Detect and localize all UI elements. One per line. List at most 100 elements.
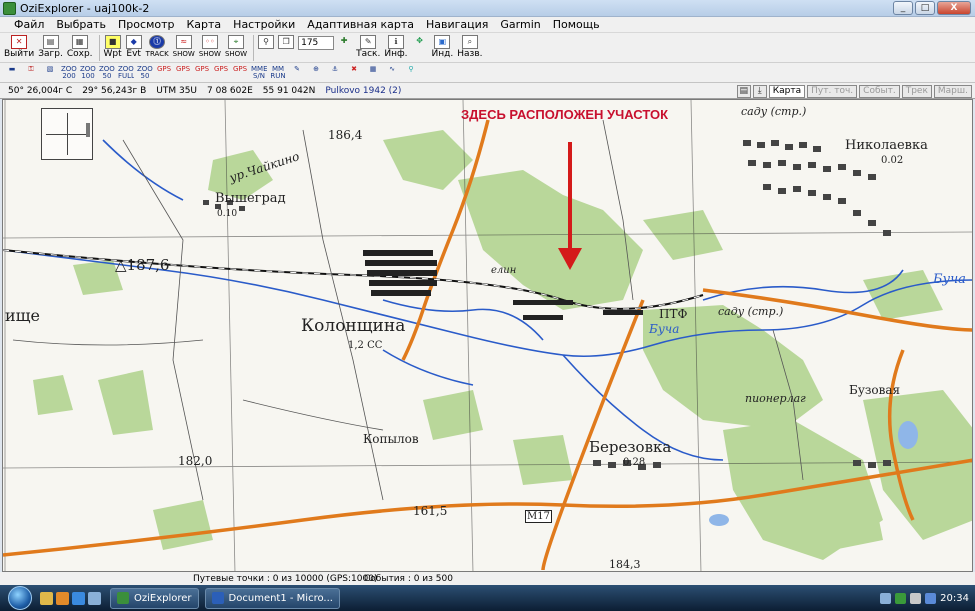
menu-view[interactable]: Просмотр <box>118 18 174 31</box>
tray-arrow-icon[interactable] <box>880 592 892 604</box>
pan-arrows-icon: ✥ <box>416 36 423 45</box>
menu-help[interactable]: Помощь <box>553 18 600 31</box>
map-navigator[interactable] <box>41 108 93 160</box>
menu-map[interactable]: Карта <box>186 18 221 31</box>
zoom-full-button[interactable]: ZOOM FULL <box>118 66 134 80</box>
show-route-button[interactable]: ◦◦ SHOW <box>199 33 221 60</box>
ie-quicklaunch-icon[interactable] <box>72 591 85 605</box>
info-button[interactable]: ℹ Инф. <box>384 33 408 60</box>
table-icon[interactable]: ▦ <box>365 66 381 80</box>
zoom-50b-button[interactable]: ZOOM 50 <box>137 66 153 80</box>
minimize-button[interactable]: _ <box>893 1 913 15</box>
map-view[interactable]: Колонщина 1,2 СС Вышеград 0.10 ур.Чайкин… <box>2 99 973 572</box>
save-button[interactable]: ▦ Сохр. <box>67 33 93 60</box>
maximize-button[interactable]: □ <box>915 1 935 15</box>
anchor-icon[interactable]: ⚓ <box>327 66 343 80</box>
task-button[interactable]: ✎ Таск. <box>356 33 380 60</box>
waypoint-count: Путевые точки : 0 из 10000 (GPS:1000) <box>193 573 378 584</box>
menu-navigation[interactable]: Навигация <box>426 18 488 31</box>
waypoint-button[interactable]: ■ Wpt <box>104 33 122 60</box>
tray-volume-icon[interactable] <box>925 592 937 604</box>
media-quicklaunch-icon[interactable] <box>56 591 69 605</box>
tray-network-icon[interactable] <box>910 592 922 604</box>
pencil-icon[interactable]: ✎ <box>289 66 305 80</box>
track-button[interactable]: ⓵ TRACK <box>146 33 169 60</box>
info-bar: Путевые точки : 0 из 10000 (GPS:1000) Со… <box>0 572 975 585</box>
explorer-quicklaunch-icon[interactable] <box>40 591 53 605</box>
stop-icon[interactable]: ✖ <box>346 66 362 80</box>
latitude-readout: 50° 26,004г С <box>8 85 73 96</box>
zoom-in-button[interactable]: ✚ <box>336 33 352 49</box>
pan-button[interactable]: ✥ <box>412 33 428 49</box>
grid-zone-readout: UTM 35U <box>156 85 198 96</box>
label-ptf: ПТФ <box>659 307 688 321</box>
crosshair-icon[interactable]: ⊕ <box>308 66 324 80</box>
zoom-100-button[interactable]: ZOOM 100 <box>80 66 96 80</box>
zoom-select[interactable]: 175 <box>298 36 335 50</box>
word-task-icon <box>211 592 224 604</box>
tab-track[interactable]: Трек <box>901 84 932 98</box>
datum-readout: Pulkovo 1942 (2) <box>325 85 402 96</box>
topo-map <box>3 100 972 571</box>
clock[interactable]: 20:34 <box>940 593 969 604</box>
graph-icon[interactable]: ∿ <box>384 66 400 80</box>
menu-bar: Файл Выбрать Просмотр Карта Настройки Ад… <box>0 17 975 33</box>
tab-map[interactable]: Карта <box>768 84 806 98</box>
tab-waypoints[interactable]: Пут. точ. <box>807 84 858 98</box>
window-title: OziExplorer - uaj100k-2 <box>20 1 150 15</box>
show-events-button[interactable]: ⌖ SHOW <box>225 33 247 60</box>
index-button[interactable]: ▣ Инд. <box>432 33 453 60</box>
mm-run-button[interactable]: MM RUN <box>270 66 286 80</box>
menu-settings[interactable]: Настройки <box>233 18 295 31</box>
menu-file[interactable]: Файл <box>14 18 44 31</box>
copy-button[interactable]: ❐ <box>278 33 295 49</box>
desktop-quicklaunch-icon[interactable] <box>88 591 101 605</box>
exit-button[interactable]: ✕ Выйти <box>4 33 34 60</box>
show-events-icon: ⌖ <box>228 35 245 49</box>
taskbar-ozi[interactable]: OziExplorer <box>110 587 199 609</box>
label-pionerlag: пионерлаг <box>745 392 806 405</box>
waypoint-icon: ■ <box>104 35 121 49</box>
gps-button-3[interactable]: GPS <box>194 66 210 80</box>
lock-icon[interactable]: ⚿ <box>23 66 39 80</box>
zoom-50-button[interactable]: ZOOM 50 <box>99 66 115 80</box>
label-kopylov: Копылов <box>363 432 419 446</box>
show-track-icon: ≈ <box>175 35 192 49</box>
tray-lang-icon[interactable] <box>895 592 907 604</box>
close-button[interactable]: X <box>937 1 971 15</box>
save-map-icon: ▦ <box>71 35 88 49</box>
print-icon[interactable]: ▤ <box>736 84 751 98</box>
taskbar: OziExplorer Document1 - Micro... 20:34 <box>0 585 975 611</box>
show-route-icon: ◦◦ <box>201 35 218 49</box>
names-button[interactable]: ⌕ Назв. <box>457 33 482 60</box>
zoom-200-button[interactable]: ZOOM 200 <box>61 66 77 80</box>
label-elev-161: 161,5 <box>413 504 448 518</box>
mmem-button[interactable]: MMEM S/N <box>251 66 267 80</box>
label-kolonshchina-pop: 1,2 СС <box>348 340 383 351</box>
menu-garmin[interactable]: Garmin <box>500 18 540 31</box>
menu-select[interactable]: Выбрать <box>56 18 106 31</box>
taskbar-word[interactable]: Document1 - Micro... <box>204 587 340 609</box>
gps-button-5[interactable]: GPS <box>232 66 248 80</box>
index-icon: ▣ <box>434 35 451 49</box>
save-icon[interactable]: ⤓ <box>752 84 767 98</box>
event-button[interactable]: ◆ Evt <box>125 33 142 60</box>
pin-icon[interactable]: ⚲ <box>403 66 419 80</box>
load-button[interactable]: ▤ Загр. <box>38 33 63 60</box>
menu-adaptive-map[interactable]: Адаптивная карта <box>307 18 414 31</box>
label-vyshegrad-pop: 0.10 <box>217 209 238 219</box>
gps-button-4[interactable]: GPS <box>213 66 229 80</box>
task-icon: ✎ <box>360 35 377 49</box>
start-button[interactable] <box>0 585 40 611</box>
tab-events[interactable]: Событ. <box>859 84 900 98</box>
navigator-knob[interactable] <box>86 123 90 137</box>
show-track-button[interactable]: ≈ SHOW <box>173 33 195 60</box>
gps-button-2[interactable]: GPS <box>175 66 191 80</box>
gps-button-1[interactable]: GPS <box>156 66 172 80</box>
label-elev-184: 184,3 <box>609 558 641 571</box>
tab-route[interactable]: Марш. <box>933 84 972 98</box>
layers-icon[interactable]: ▧ <box>42 66 58 80</box>
find-button[interactable]: ⚲ <box>258 33 275 49</box>
label-elev-182: 182,0 <box>178 454 213 468</box>
ruler-icon[interactable]: ▬ <box>4 66 20 80</box>
